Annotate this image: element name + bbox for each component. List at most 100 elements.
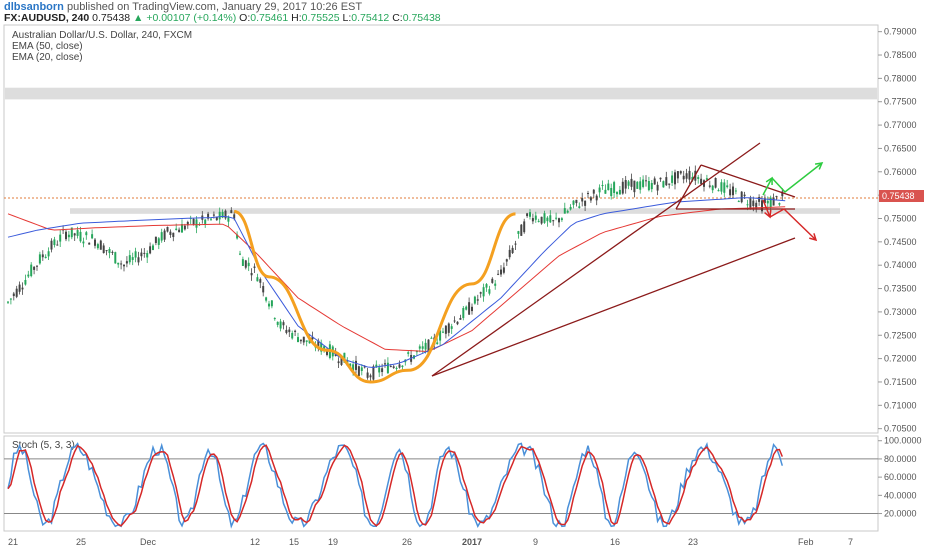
candle-body [114,252,117,264]
candle-body [128,255,131,263]
candle-body [67,234,70,238]
candle-body [653,178,656,185]
candle-body [76,230,79,236]
candle-body [47,251,50,257]
candle-body [41,254,44,258]
candle-body [53,239,56,246]
candle-body [720,182,723,192]
stoch-pane-border [3,435,879,532]
candle-body [285,329,288,333]
candle-body [392,366,395,368]
candle-body [520,224,523,236]
candle-body [491,278,494,283]
candle-body [12,293,15,297]
candle-body [514,243,517,245]
time-tick-label: 23 [688,537,698,547]
candle-body [566,210,569,213]
candle-body [262,286,265,293]
price-tick-label: 0.71000 [884,400,917,410]
candle-body [726,185,729,188]
candle-body [91,234,94,239]
candle-body [578,206,581,209]
candle-body [468,302,471,315]
candle-body [558,218,560,223]
candle-body [160,232,163,241]
candle-body [146,253,149,258]
candle-body [366,372,369,378]
candle-body [459,318,462,320]
price-tick-label: 0.73000 [884,307,917,317]
candle-body [529,212,531,217]
candle-body [505,259,508,262]
candle-body [378,367,381,373]
candle-body [581,198,584,202]
candle-body [729,189,732,196]
candle-body [523,221,526,233]
candle-body [163,230,166,240]
candle-body [711,185,714,191]
candle-body [134,251,137,258]
candle-body [27,274,30,277]
candle-body [778,203,781,205]
candle-body [685,173,688,179]
candle-body [671,175,674,183]
time-tick-label: 15 [289,537,299,547]
candle-body [587,193,589,195]
candle-body [517,231,520,234]
candle-body [479,292,482,294]
candle-body [154,236,157,243]
candle-body [598,187,601,193]
candle-body [15,288,18,297]
candle-body [650,183,653,190]
candle-body [642,179,645,187]
candle-body [511,247,514,254]
candle-body [294,330,297,332]
candle-body [178,229,181,233]
candle-body [299,339,302,342]
candle-body [407,352,410,354]
candle-body [526,213,529,217]
candle-body [230,210,233,213]
resistance-zone [5,87,877,100]
candle-body [250,272,253,276]
candle-body [555,217,558,219]
price-tick-label: 0.79000 [884,27,917,37]
candle-body [137,257,140,263]
candle-body [534,215,537,220]
price-chart[interactable]: Australian Dollar/U.S. Dollar, 240, FXCM… [0,0,932,550]
price-tick-label: 0.72000 [884,354,917,364]
price-axis: 0.79000 0.78500 0.78000 0.77500 0.77000 0.765… [878,27,917,434]
candle-body [169,231,172,235]
candle-body [697,177,700,179]
candle-body [65,231,67,240]
candle-body [700,178,703,184]
candle-body [401,365,404,367]
candle-body [563,208,566,214]
candle-body [360,367,363,371]
candle-body [610,187,613,197]
candle-body [73,233,76,236]
trendline-shallow [431,237,796,377]
candle-body [775,195,778,197]
candle-body [668,183,671,185]
candle-body [601,185,604,187]
time-tick-label: 21 [8,537,18,547]
candle-body [253,266,256,268]
time-tick-label: 25 [76,537,86,547]
candle-body [24,279,27,285]
candle-body [540,216,543,224]
candle-body [111,251,114,253]
price-tick-label: 0.73500 [884,284,917,294]
price-tick-label: 0.76000 [884,167,917,177]
candle-body [241,259,244,266]
candle-body [552,220,555,222]
candle-body [549,215,552,223]
candle-body [592,189,595,194]
candle-body [227,217,230,222]
price-tick-label: 0.77500 [884,97,917,107]
candle-body [424,342,427,350]
candle-body [633,180,636,193]
candle-body [102,245,105,254]
candle-body [9,298,12,300]
candle-body [749,198,752,208]
